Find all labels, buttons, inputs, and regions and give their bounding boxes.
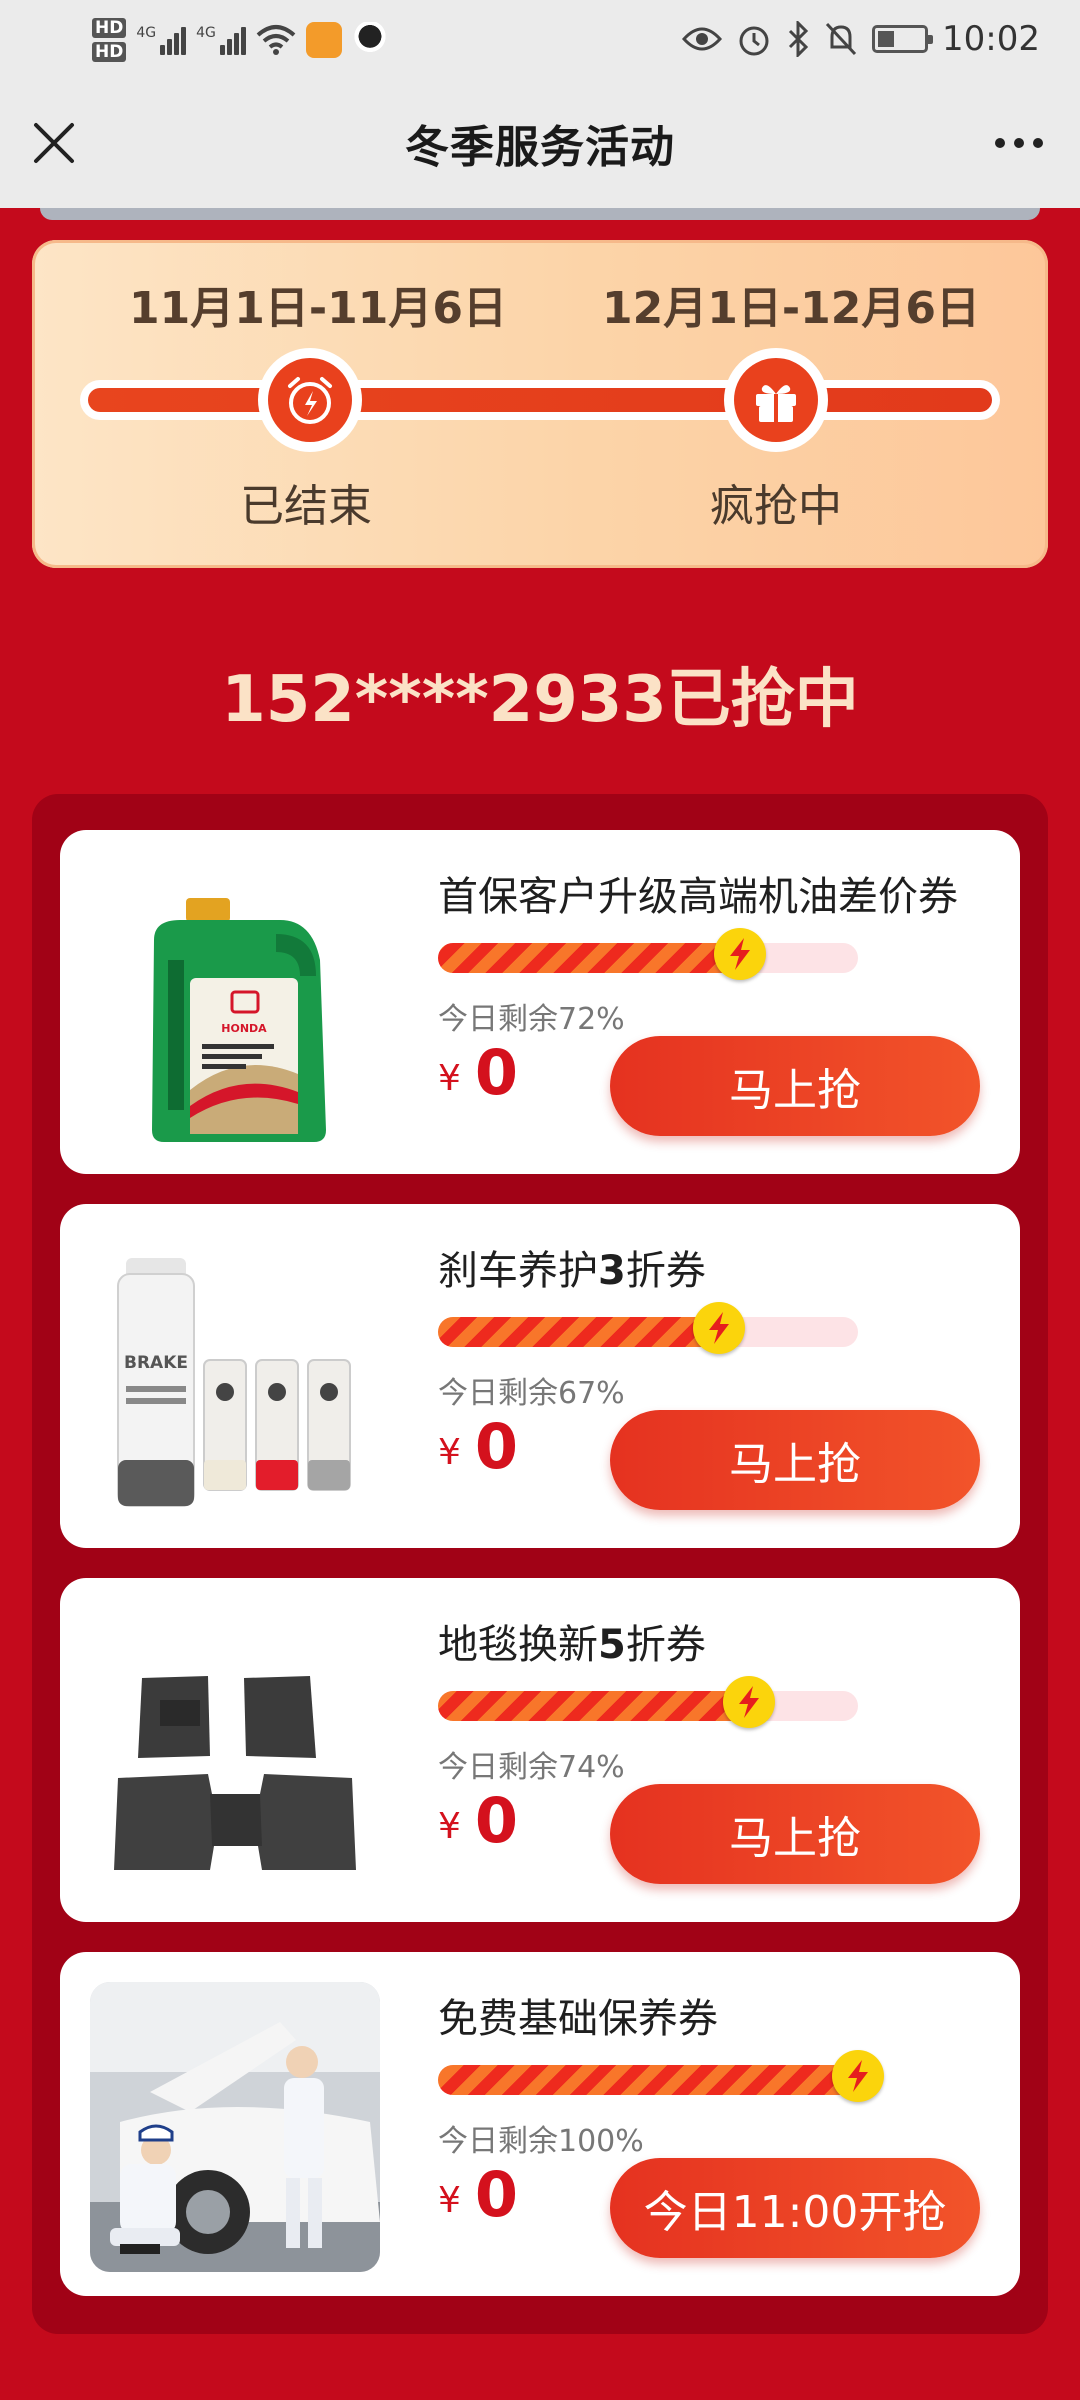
grab-button[interactable]: 马上抢: [610, 1784, 980, 1884]
remaining-text: 今日剩余100%: [438, 2124, 644, 2159]
period-1-date: 11月1日-11月6日: [129, 283, 507, 334]
remaining-progress: [438, 1302, 858, 1354]
coupon-card: BRAKE 刹车养护3折券 今日剩余67% ¥0 马上抢: [60, 1204, 1020, 1548]
more-icon[interactable]: [984, 113, 1054, 173]
mute-icon: [825, 22, 857, 56]
coupon-list: HONDA 首保客户升级高端机油差价券 今日剩余72% ¥0 马上抢 BRAKE: [32, 794, 1048, 2334]
coupon-price: ¥0: [438, 1036, 518, 1109]
coupon-title-main: 刹车养护: [438, 1248, 598, 1294]
remaining-text: 今日剩余74%: [438, 1750, 625, 1785]
activity-timeline: 11月1日-11月6日 12月1日-12月6日 已结束 疯抢中: [32, 240, 1048, 568]
coupon-title: 免费基础保养券: [438, 1996, 718, 2042]
lightning-icon: [832, 2050, 884, 2102]
coupon-title-tail: 折券: [625, 1248, 706, 1294]
hd-indicator: HD HD: [92, 18, 127, 62]
coupon-card: HONDA 首保客户升级高端机油差价券 今日剩余72% ¥0 马上抢: [60, 830, 1020, 1174]
coupon-card: 地毯换新5折券 今日剩余74% ¥0 马上抢: [60, 1578, 1020, 1922]
alarm-clock-icon: [258, 348, 362, 452]
hd-badge-1: HD: [92, 18, 127, 38]
floor-mat-image: [114, 1676, 356, 1870]
price-value: 0: [474, 1036, 519, 1109]
coupon-price: ¥0: [438, 1784, 518, 1857]
signal-icon-2: 4G: [196, 25, 246, 55]
gift-icon: [724, 348, 828, 452]
lightning-icon: [714, 928, 766, 980]
brake-cleaner-image: BRAKE: [117, 1258, 351, 1507]
coupon-title-number: 3: [598, 1248, 626, 1294]
network-type-label-2: 4G: [196, 25, 216, 41]
period-2-date: 12月1日-12月6日: [602, 283, 980, 334]
progress-fill: [438, 1317, 719, 1347]
remaining-text: 今日剩余67%: [438, 1376, 625, 1411]
coupon-title-main: 地毯换新: [438, 1622, 598, 1668]
status-bar: HD HD 4G 4G 10:02: [0, 0, 1080, 78]
orange-app-icon: [305, 22, 342, 58]
winner-announcement: 152****2933已抢中: [221, 663, 859, 737]
battery-icon: [872, 25, 934, 53]
progress-fill: [438, 943, 740, 973]
coupon-title: 刹车养护3折券: [438, 1238, 706, 1296]
alarm-icon: [739, 26, 769, 56]
coupon-price: ¥0: [438, 2158, 518, 2231]
signal-icon: 4G: [136, 25, 187, 55]
engine-oil-image: HONDA: [152, 898, 326, 1142]
network-type-label: 4G: [136, 25, 157, 41]
progress-fill: [438, 2065, 858, 2095]
hd-badge-2: HD: [92, 42, 127, 62]
coupon-title-tail: 折券: [625, 1622, 706, 1668]
currency-symbol: ¥: [438, 2180, 461, 2221]
svg-text:BRAKE: BRAKE: [124, 1353, 188, 1373]
eye-icon: [682, 27, 723, 51]
mechanic-service-image: [90, 1982, 380, 2272]
period-2-status: 疯抢中: [710, 481, 842, 532]
price-value: 0: [474, 1410, 519, 1483]
period-1-status: 已结束: [240, 481, 372, 532]
coupon-title: 首保客户升级高端机油差价券: [438, 874, 958, 920]
nav-bar: 冬季服务活动: [0, 78, 1080, 208]
page-title: 冬季服务活动: [405, 122, 675, 173]
grab-button[interactable]: 马上抢: [610, 1410, 980, 1510]
progress-fill: [438, 1691, 749, 1721]
status-left-group: HD HD 4G 4G: [92, 10, 388, 70]
lightning-icon: [693, 1302, 745, 1354]
wifi-icon: [256, 25, 296, 55]
status-right-group: 10:02: [682, 0, 1040, 78]
coupon-title-number: 5: [598, 1622, 626, 1668]
currency-symbol: ¥: [438, 1806, 461, 1847]
price-value: 0: [474, 1784, 519, 1857]
remaining-progress: [438, 1676, 858, 1728]
coupon-card: 免费基础保养券 今日剩余100% ¥0 今日11:00开抢: [60, 1952, 1020, 2296]
remaining-progress: [438, 928, 858, 980]
timeline-bar: [80, 380, 1000, 420]
clock-time: 10:02: [942, 19, 1040, 59]
price-value: 0: [474, 2158, 519, 2231]
coupon-title: 地毯换新5折券: [438, 1612, 706, 1670]
grab-button[interactable]: 马上抢: [610, 1036, 980, 1136]
currency-symbol: ¥: [438, 1432, 461, 1473]
start-time-button[interactable]: 今日11:00开抢: [610, 2158, 980, 2258]
currency-symbol: ¥: [438, 1058, 461, 1099]
bluetooth-icon: [788, 21, 809, 57]
close-icon[interactable]: [24, 113, 84, 173]
banner-edge: [40, 208, 1040, 220]
lightning-icon: [723, 1676, 775, 1728]
svg-text:HONDA: HONDA: [221, 1022, 267, 1035]
remaining-progress: [438, 2050, 884, 2102]
qq-icon: [351, 22, 388, 58]
remaining-text: 今日剩余72%: [438, 1002, 625, 1037]
coupon-price: ¥0: [438, 1410, 518, 1483]
